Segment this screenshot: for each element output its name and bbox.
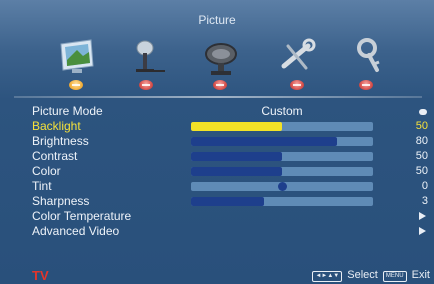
menu-row-color-temperature[interactable]: Color Temperature bbox=[0, 209, 434, 224]
audio-microphone-icon bbox=[136, 40, 165, 72]
tab-indicator-tv bbox=[213, 80, 227, 90]
menu-row-color[interactable]: Color 50 bbox=[0, 164, 434, 179]
tint-value: 0 bbox=[421, 180, 428, 192]
picture-menu-panel: Picture Picture Mode Custom Backlight 50… bbox=[0, 0, 434, 284]
contrast-label: Contrast bbox=[32, 149, 78, 163]
backlight-value: 50 bbox=[415, 120, 428, 132]
sharpness-slider[interactable] bbox=[191, 197, 373, 206]
picture-monitor-icon bbox=[60, 39, 94, 73]
tab-picture[interactable] bbox=[41, 30, 113, 106]
menu-row-picture-mode[interactable]: Picture Mode Custom bbox=[0, 104, 434, 119]
setup-tools-icon bbox=[281, 38, 316, 70]
brightness-value: 80 bbox=[415, 135, 428, 147]
color-slider[interactable] bbox=[191, 167, 373, 176]
menu-row-backlight[interactable]: Backlight 50 bbox=[0, 119, 434, 134]
menu-tab-bar bbox=[0, 30, 434, 106]
menu-title: Picture bbox=[198, 13, 236, 27]
contrast-slider[interactable] bbox=[191, 152, 373, 161]
parental-key-icon bbox=[357, 38, 380, 72]
brightness-slider-fill bbox=[191, 137, 337, 146]
tab-tv[interactable] bbox=[185, 30, 257, 106]
contrast-value: 50 bbox=[415, 150, 428, 162]
footer-bar: TV ◄►▲▼ Select MENU Exit bbox=[0, 268, 434, 284]
backlight-label: Backlight bbox=[32, 119, 81, 133]
menu-divider bbox=[14, 96, 422, 98]
menu-row-brightness[interactable]: Brightness 80 bbox=[0, 134, 434, 149]
select-hint-label: Select bbox=[347, 269, 378, 281]
picture-mode-label: Picture Mode bbox=[32, 104, 103, 118]
tab-indicator-parental bbox=[359, 80, 373, 90]
backlight-slider-fill bbox=[191, 122, 282, 131]
menu-row-contrast[interactable]: Contrast 50 bbox=[0, 149, 434, 164]
submenu-arrow-icon bbox=[419, 227, 426, 235]
tab-indicator-audio bbox=[139, 80, 153, 90]
footer-hint: ◄►▲▼ Select MENU Exit bbox=[310, 269, 430, 282]
tab-audio[interactable] bbox=[111, 30, 183, 106]
brightness-label: Brightness bbox=[32, 134, 89, 148]
picture-mode-value: Custom bbox=[261, 104, 303, 118]
tint-slider[interactable] bbox=[191, 182, 373, 191]
sharpness-label: Sharpness bbox=[32, 194, 90, 208]
input-source-label: TV bbox=[32, 268, 49, 283]
submenu-arrow-icon bbox=[419, 212, 426, 220]
cycle-arrows-icon bbox=[419, 109, 427, 115]
tab-parental[interactable] bbox=[331, 30, 403, 106]
color-slider-fill bbox=[191, 167, 282, 176]
menu-row-advanced-video[interactable]: Advanced Video bbox=[0, 224, 434, 239]
color-label: Color bbox=[32, 164, 61, 178]
tv-satellite-icon bbox=[205, 43, 237, 75]
menu-key-icon: MENU bbox=[382, 271, 407, 282]
color-temperature-label: Color Temperature bbox=[32, 209, 132, 223]
tint-slider-knob[interactable] bbox=[277, 182, 287, 191]
tab-indicator-setup bbox=[290, 80, 304, 90]
picture-settings-list: Picture Mode Custom Backlight 50 Brightn… bbox=[0, 104, 434, 239]
tab-setup[interactable] bbox=[262, 30, 334, 106]
tint-label: Tint bbox=[32, 179, 52, 193]
menu-row-tint[interactable]: Tint 0 bbox=[0, 179, 434, 194]
contrast-slider-fill bbox=[191, 152, 282, 161]
backlight-slider[interactable] bbox=[191, 122, 373, 131]
advanced-video-label: Advanced Video bbox=[32, 224, 120, 238]
sharpness-slider-fill bbox=[191, 197, 264, 206]
menu-row-sharpness[interactable]: Sharpness 3 bbox=[0, 194, 434, 209]
tab-indicator-picture bbox=[69, 80, 83, 90]
exit-hint-label: Exit bbox=[411, 269, 430, 281]
nav-keys-icon: ◄►▲▼ bbox=[312, 271, 343, 282]
color-value: 50 bbox=[415, 165, 428, 177]
sharpness-value: 3 bbox=[421, 195, 428, 207]
brightness-slider[interactable] bbox=[191, 137, 373, 146]
